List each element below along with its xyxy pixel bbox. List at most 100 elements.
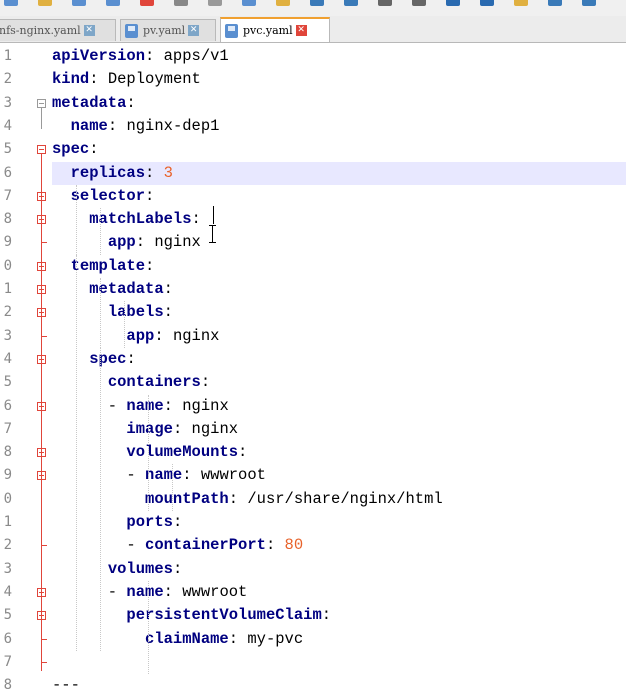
close-icon[interactable]: ✕ (295, 25, 307, 36)
save-all-icon[interactable] (106, 0, 120, 6)
fold-margin[interactable] (24, 43, 52, 692)
close-icon[interactable]: ✕ (188, 25, 200, 36)
code-line[interactable]: 7 (0, 651, 626, 674)
line-number: 2 (3, 537, 12, 554)
code-line[interactable]: 9 - name: wwwroot (0, 464, 626, 487)
zoom-out-icon[interactable] (480, 0, 494, 6)
tab-nfs-nginx-yaml[interactable]: nfs-nginx.yaml ✕ (0, 19, 116, 41)
yaml-value: nginx (182, 396, 229, 415)
replace-icon[interactable] (412, 0, 426, 6)
code-line[interactable]: 0 template: (0, 255, 626, 278)
code-editor[interactable]: 1 apiVersion: apps/v1 2 kind: Deployment 3 me… (0, 43, 626, 694)
tab-pvc-yaml[interactable]: pvc.yaml ✕ (220, 17, 330, 42)
close-icon[interactable] (140, 0, 154, 6)
yaml-key: persistentVolumeClaim (126, 606, 322, 625)
code-line[interactable]: 7 selector: (0, 185, 626, 208)
code-line[interactable]: 3 metadata: (0, 92, 626, 115)
line-number: 6 (3, 397, 12, 414)
code-line[interactable]: 7 image: nginx (0, 418, 626, 441)
yaml-key: matchLabels (89, 210, 192, 229)
code-text: metadata: (52, 278, 173, 301)
fold-end-marker (41, 335, 47, 337)
close-icon[interactable]: ✕ (83, 25, 95, 36)
yaml-value: /usr/share/nginx/html (247, 489, 443, 508)
line-number: 7 (3, 187, 12, 204)
code-line[interactable]: 8 matchLabels: (0, 208, 626, 231)
indent-guide (148, 580, 150, 675)
new-file-icon[interactable] (4, 0, 18, 6)
code-text: persistentVolumeClaim: (52, 604, 331, 627)
code-line[interactable]: 4 - name: wwwroot (0, 581, 626, 604)
code-line[interactable]: 1 metadata: (0, 278, 626, 301)
code-line[interactable]: 1 apiVersion: apps/v1 (0, 45, 626, 68)
yaml-separator: : (265, 536, 285, 555)
file-icon (125, 23, 138, 38)
cut-icon[interactable] (208, 0, 222, 6)
fold-end-marker (41, 638, 47, 640)
yaml-key: metadata (52, 93, 127, 112)
yaml-key: volumeMounts (126, 443, 239, 462)
code-line[interactable]: 2 kind: Deployment (0, 68, 626, 91)
sync-icon[interactable] (514, 0, 528, 6)
tab-pv-yaml[interactable]: pv.yaml ✕ (120, 19, 216, 41)
code-line[interactable]: 5 persistentVolumeClaim: (0, 604, 626, 627)
open-file-icon[interactable] (38, 0, 52, 6)
yaml-key: mountPath (145, 489, 229, 508)
code-line[interactable]: 4 name: nginx-dep1 (0, 115, 626, 138)
yaml-separator: : (89, 70, 108, 89)
tab-bar: nfs-nginx.yaml ✕ pv.yaml ✕ pvc.yaml ✕ (0, 16, 626, 43)
line-number: 8 (3, 677, 12, 694)
yaml-key: claimName (145, 629, 229, 648)
code-text: metadata: (52, 92, 136, 115)
code-line[interactable]: 4 spec: (0, 348, 626, 371)
yaml-separator: : (321, 606, 332, 625)
code-line[interactable]: 8 --- (0, 674, 626, 697)
wrap-icon[interactable] (548, 0, 562, 6)
indent-guide-icon[interactable] (582, 0, 596, 6)
save-icon[interactable] (72, 0, 86, 6)
code-line[interactable]: 2 - containerPort: 80 (0, 534, 626, 557)
yaml-separator: : (163, 303, 173, 322)
undo-icon[interactable] (310, 0, 324, 6)
fold-toggle-icon[interactable] (37, 145, 46, 155)
line-number: 3 (3, 94, 12, 111)
code-line[interactable]: 6 claimName: my-pvc (0, 628, 626, 651)
redo-icon[interactable] (344, 0, 358, 6)
fold-line (41, 154, 42, 671)
yaml-key: replicas (70, 163, 146, 182)
code-line[interactable]: 8 volumeMounts: (0, 441, 626, 464)
code-line[interactable]: 5 containers: (0, 371, 626, 394)
paste-icon[interactable] (276, 0, 290, 6)
zoom-in-icon[interactable] (446, 0, 460, 6)
yaml-value: 3 (163, 163, 173, 182)
code-line[interactable]: 1 ports: (0, 511, 626, 534)
code-line[interactable]: 5 spec: (0, 138, 626, 161)
code-text: template: (52, 255, 155, 278)
yaml-separator: : (228, 629, 248, 648)
copy-icon[interactable] (242, 0, 256, 6)
line-number: 0 (3, 257, 12, 274)
code-line[interactable]: 3 volumes: (0, 558, 626, 581)
find-icon[interactable] (378, 0, 392, 6)
yaml-separator: : (107, 116, 127, 135)
yaml-separator: : (172, 559, 183, 578)
code-line[interactable]: 0 mountPath: /usr/share/nginx/html (0, 488, 626, 511)
yaml-separator: : (172, 513, 183, 531)
indent-guide (124, 301, 126, 348)
fold-toggle-icon[interactable] (37, 98, 46, 108)
fold-end-marker (41, 242, 47, 244)
print-icon[interactable] (174, 0, 188, 6)
code-line[interactable]: 9 app: nginx (0, 231, 626, 254)
yaml-separator: : (126, 349, 136, 368)
yaml-key: kind (52, 70, 90, 89)
code-line[interactable]: 6 replicas: 3 (0, 161, 626, 185)
code-line[interactable]: 6 - name: nginx (0, 395, 626, 418)
line-number: 9 (3, 467, 12, 484)
yaml-separator: : (145, 47, 164, 65)
code-line[interactable]: 2 labels: (0, 301, 626, 324)
code-line[interactable]: 3 app: nginx (0, 325, 626, 348)
